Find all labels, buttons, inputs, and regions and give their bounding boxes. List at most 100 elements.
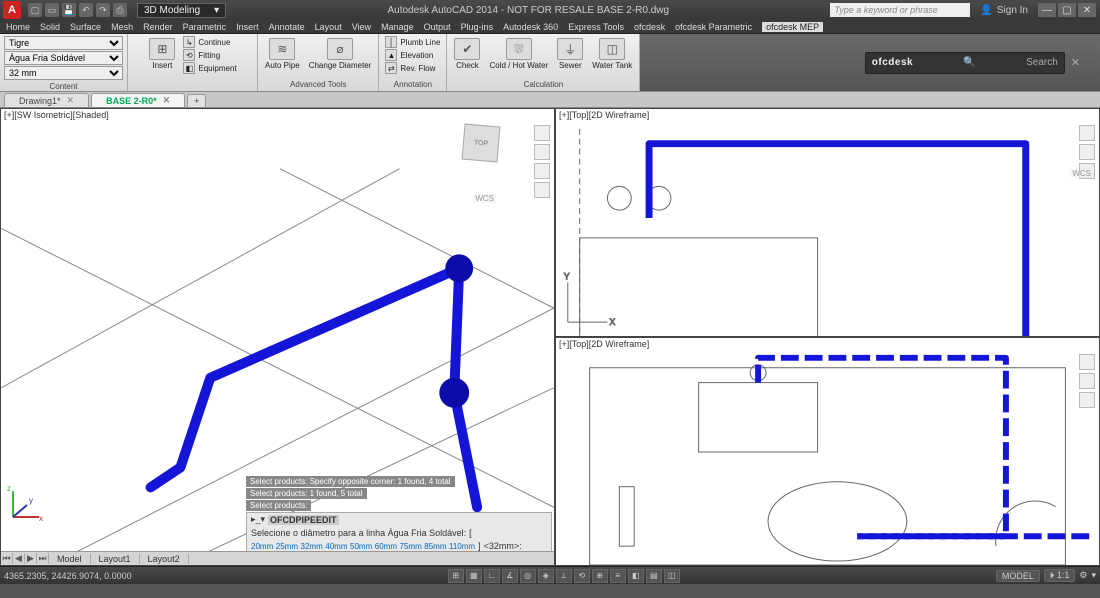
close-icon[interactable]: ✕: [67, 95, 75, 106]
menu-home[interactable]: Home: [6, 22, 30, 32]
snap-toggle[interactable]: ⊞: [448, 569, 464, 583]
coldhot-button[interactable]: ⛆Cold / Hot Water: [486, 36, 551, 72]
check-button[interactable]: ✔Check: [451, 36, 483, 72]
viewport-label-br[interactable]: [+][Top][2D Wireframe]: [557, 339, 651, 349]
autopipe-button[interactable]: ≋Auto Pipe: [262, 36, 303, 72]
qat-print-icon[interactable]: ⎙: [113, 3, 127, 17]
menu-view[interactable]: View: [352, 22, 371, 32]
ofc-close-icon[interactable]: ✕: [1071, 56, 1080, 69]
dyn-toggle[interactable]: ⊕: [592, 569, 608, 583]
grid-toggle[interactable]: ▦: [466, 569, 482, 583]
menu-ofcdesk-mep[interactable]: ofcdesk MEP: [762, 22, 823, 32]
cmd-option[interactable]: 60mm: [375, 542, 397, 551]
layout-next-icon[interactable]: ▶: [25, 553, 37, 564]
cmd-option[interactable]: 85mm: [424, 542, 446, 551]
status-tray-icon[interactable]: ▾: [1091, 570, 1096, 581]
content-combo-diameter[interactable]: 32 mm: [4, 66, 123, 80]
cmd-option[interactable]: 75mm: [400, 542, 422, 551]
qat-new-icon[interactable]: ▢: [28, 3, 42, 17]
workspace-combo[interactable]: 3D Modeling ▾: [137, 3, 226, 18]
signin-avatar-icon[interactable]: 👤: [980, 5, 992, 16]
menu-parametric[interactable]: Parametric: [183, 22, 227, 32]
close-icon[interactable]: ✕: [163, 95, 171, 106]
diameter-icon: ⌀: [327, 38, 353, 60]
ucs-icon: z x y: [5, 485, 45, 525]
cmd-option[interactable]: 32mm: [301, 542, 323, 551]
layout-tabs: ⏮◀▶⏭ Model Layout1 Layout2: [1, 551, 555, 565]
equipment-button[interactable]: ◧Equipment: [181, 62, 238, 74]
viewport-label-tr[interactable]: [+][Top][2D Wireframe]: [557, 110, 651, 120]
insert-button[interactable]: ⊞ Insert: [146, 36, 178, 72]
cmd-option[interactable]: 110mm: [449, 542, 475, 551]
qat-open-icon[interactable]: ▭: [45, 3, 59, 17]
qat-undo-icon[interactable]: ↶: [79, 3, 93, 17]
layout-tab-model[interactable]: Model: [49, 554, 91, 564]
3dosnap-toggle[interactable]: ◈: [538, 569, 554, 583]
tpy-toggle[interactable]: ◧: [628, 569, 644, 583]
ofcdesk-search[interactable]: ofcdesk 🔍 Search: [865, 52, 1065, 74]
menu-layout[interactable]: Layout: [315, 22, 342, 32]
plumbline-button[interactable]: │Plumb Line: [383, 36, 442, 48]
layout-tab-1[interactable]: Layout1: [91, 554, 140, 564]
menu-annotate[interactable]: Annotate: [269, 22, 305, 32]
close-button[interactable]: ✕: [1078, 3, 1096, 17]
ducs-toggle[interactable]: ⟲: [574, 569, 590, 583]
menu-manage[interactable]: Manage: [381, 22, 414, 32]
app-logo[interactable]: A: [3, 1, 21, 19]
doc-tab[interactable]: Drawing1*✕: [4, 93, 89, 107]
layout-prev-icon[interactable]: ◀: [13, 553, 25, 564]
osnap-toggle[interactable]: ◎: [520, 569, 536, 583]
menu-render[interactable]: Render: [143, 22, 173, 32]
qp-toggle[interactable]: ▤: [646, 569, 662, 583]
signin-link[interactable]: Sign In: [997, 5, 1028, 16]
menu-autodesk-360[interactable]: Autodesk 360: [503, 22, 558, 32]
cmd-option[interactable]: 25mm: [276, 542, 298, 551]
new-tab-button[interactable]: +: [187, 94, 206, 107]
doc-tab[interactable]: BASE 2-R0*✕: [91, 93, 185, 107]
layout-first-icon[interactable]: ⏮: [1, 553, 13, 564]
elevation-button[interactable]: ▲Elevation: [383, 49, 442, 61]
menu-output[interactable]: Output: [424, 22, 451, 32]
menu-solid[interactable]: Solid: [40, 22, 60, 32]
otrack-toggle[interactable]: ⟂: [556, 569, 572, 583]
cmd-option[interactable]: 20mm: [251, 542, 273, 551]
cmd-option[interactable]: 50mm: [350, 542, 372, 551]
revflow-button[interactable]: ⇄Rev. Flow: [383, 62, 442, 74]
minimize-button[interactable]: —: [1038, 3, 1056, 17]
command-line[interactable]: Select products: Specify opposite corner…: [246, 476, 552, 553]
layout-last-icon[interactable]: ⏭: [37, 553, 49, 564]
fitting-button[interactable]: ⟲Fitting: [181, 49, 238, 61]
continue-button[interactable]: ↳Continue: [181, 36, 238, 48]
lwt-toggle[interactable]: ≡: [610, 569, 626, 583]
change-diameter-button[interactable]: ⌀Change Diameter: [306, 36, 375, 72]
watertank-button[interactable]: ◫Water Tank: [589, 36, 635, 72]
qat-save-icon[interactable]: 💾: [62, 3, 76, 17]
status-gear-icon[interactable]: ⚙: [1079, 570, 1087, 581]
menu-ofcdesk-parametric[interactable]: ofcdesk Parametric: [675, 22, 752, 32]
menu-express-tools[interactable]: Express Tools: [568, 22, 624, 32]
menu-mesh[interactable]: Mesh: [111, 22, 133, 32]
viewport-sw-isometric[interactable]: [+][SW Isometric][Shaded] TOP WCS: [0, 108, 555, 566]
maximize-button[interactable]: ▢: [1058, 3, 1076, 17]
menu-ofcdesk[interactable]: ofcdesk: [634, 22, 665, 32]
layout-tab-2[interactable]: Layout2: [140, 554, 189, 564]
qat-redo-icon[interactable]: ↷: [96, 3, 110, 17]
menu-insert[interactable]: Insert: [236, 22, 259, 32]
ribbon-content-panel: Tigre Água Fria Soldável 32 mm Content: [0, 34, 128, 91]
ortho-toggle[interactable]: ∟: [484, 569, 500, 583]
viewport-bottom-right[interactable]: [+][Top][2D Wireframe]: [555, 337, 1100, 566]
sc-toggle[interactable]: ◫: [664, 569, 680, 583]
model-space-button[interactable]: MODEL: [996, 570, 1040, 582]
content-combo-manufacturer[interactable]: Tigre: [4, 36, 123, 50]
polar-toggle[interactable]: ∡: [502, 569, 518, 583]
cmd-options[interactable]: 20mm 25mm 32mm 40mm 50mm 60mm 75mm 85mm …: [251, 541, 475, 551]
content-combo-line[interactable]: Água Fria Soldável: [4, 51, 123, 65]
cmd-option[interactable]: 40mm: [325, 542, 347, 551]
help-search-input[interactable]: Type a keyword or phrase: [830, 3, 970, 17]
anno-scale-button[interactable]: ⏵ 1:1: [1044, 569, 1076, 582]
sewer-button[interactable]: ⏚Sewer: [554, 36, 586, 72]
menu-plug-ins[interactable]: Plug-ins: [461, 22, 494, 32]
viewport-top-right[interactable]: [+][Top][2D Wireframe] WCS Y X: [555, 108, 1100, 337]
menu-surface[interactable]: Surface: [70, 22, 101, 32]
viewport-label-left[interactable]: [+][SW Isometric][Shaded]: [2, 110, 111, 120]
